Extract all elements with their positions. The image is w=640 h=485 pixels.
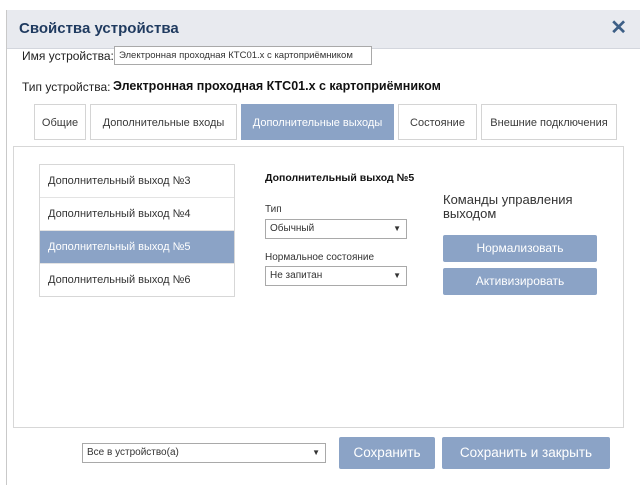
tab-state[interactable]: Состояние xyxy=(398,104,477,140)
type-select-value: Обычный xyxy=(270,223,315,234)
chevron-down-icon: ▼ xyxy=(393,271,401,280)
activate-button[interactable]: Активизировать xyxy=(443,268,597,295)
device-type-value: Электронная проходная КТС01.х с картопри… xyxy=(113,79,441,93)
save-and-close-button[interactable]: Сохранить и закрыть xyxy=(442,437,610,469)
tab-extra-inputs[interactable]: Дополнительные входы xyxy=(90,104,237,140)
device-name-label: Имя устройства: xyxy=(22,49,114,63)
device-name-input[interactable]: Электронная проходная КТС01.х с картопри… xyxy=(114,46,372,65)
save-button[interactable]: Сохранить xyxy=(339,437,435,469)
list-item-output-6[interactable]: Дополнительный выход №6 xyxy=(40,264,234,296)
dialog-title: Свойства устройства xyxy=(19,20,179,37)
selected-output-title: Дополнительный выход №5 xyxy=(265,172,415,184)
apply-scope-value: Все в устройство(а) xyxy=(87,447,179,458)
dialog-titlebar: Свойства устройства ✕ xyxy=(7,10,640,49)
normal-state-select[interactable]: Не запитан ▼ xyxy=(265,266,407,286)
type-select[interactable]: Обычный ▼ xyxy=(265,219,407,239)
close-icon[interactable]: ✕ xyxy=(610,16,627,40)
normal-state-label: Нормальное состояние xyxy=(265,252,375,263)
normalize-button[interactable]: Нормализовать xyxy=(443,235,597,262)
outputs-list: Дополнительный выход №3 Дополнительный в… xyxy=(39,164,235,297)
list-item-output-3[interactable]: Дополнительный выход №3 xyxy=(40,165,234,198)
tab-general[interactable]: Общие xyxy=(34,104,86,140)
list-item-output-4[interactable]: Дополнительный выход №4 xyxy=(40,198,234,231)
tab-extra-outputs[interactable]: Дополнительные выходы xyxy=(241,104,394,140)
device-type-label: Тип устройства: xyxy=(22,80,111,94)
type-label: Тип xyxy=(265,204,282,215)
normal-state-select-value: Не запитан xyxy=(270,270,323,281)
list-item-output-5[interactable]: Дополнительный выход №5 xyxy=(40,231,234,264)
apply-scope-select[interactable]: Все в устройство(а) ▼ xyxy=(82,443,326,463)
tab-external-connections[interactable]: Внешние подключения xyxy=(481,104,617,140)
chevron-down-icon: ▼ xyxy=(393,224,401,233)
chevron-down-icon: ▼ xyxy=(312,448,320,457)
commands-title: Команды управления выходом xyxy=(443,192,573,221)
